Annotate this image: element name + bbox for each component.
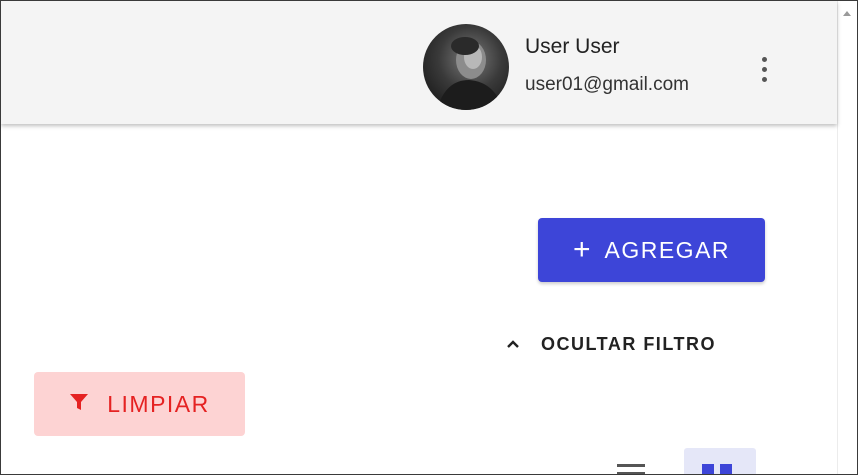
clear-filter-label: LIMPIAR xyxy=(107,390,210,417)
scroll-up-arrow-icon[interactable] xyxy=(843,11,851,16)
hide-filter-button[interactable]: OCULTAR FILTRO xyxy=(505,326,755,362)
list-view-icon[interactable] xyxy=(613,459,649,474)
add-button-label: AGREGAR xyxy=(604,236,731,263)
clear-filter-button[interactable]: LIMPIAR xyxy=(34,372,245,436)
filter-icon xyxy=(69,392,89,417)
user-email: user01@gmail.com xyxy=(525,74,689,95)
add-button[interactable]: + AGREGAR xyxy=(538,218,765,282)
plus-icon: + xyxy=(572,233,591,266)
more-vert-icon[interactable] xyxy=(749,47,779,91)
hide-filter-label: OCULTAR FILTRO xyxy=(541,333,716,354)
avatar[interactable] xyxy=(423,24,509,110)
vertical-scrollbar[interactable] xyxy=(837,1,857,474)
grid-view-icon[interactable] xyxy=(684,448,756,474)
app-frame: User User user01@gmail.com + AGREGAR OCU… xyxy=(0,0,858,475)
chevron-up-icon xyxy=(505,336,521,352)
user-photo-icon xyxy=(437,37,503,110)
user-name: User User xyxy=(525,35,620,58)
top-app-bar: User User user01@gmail.com xyxy=(1,1,837,124)
